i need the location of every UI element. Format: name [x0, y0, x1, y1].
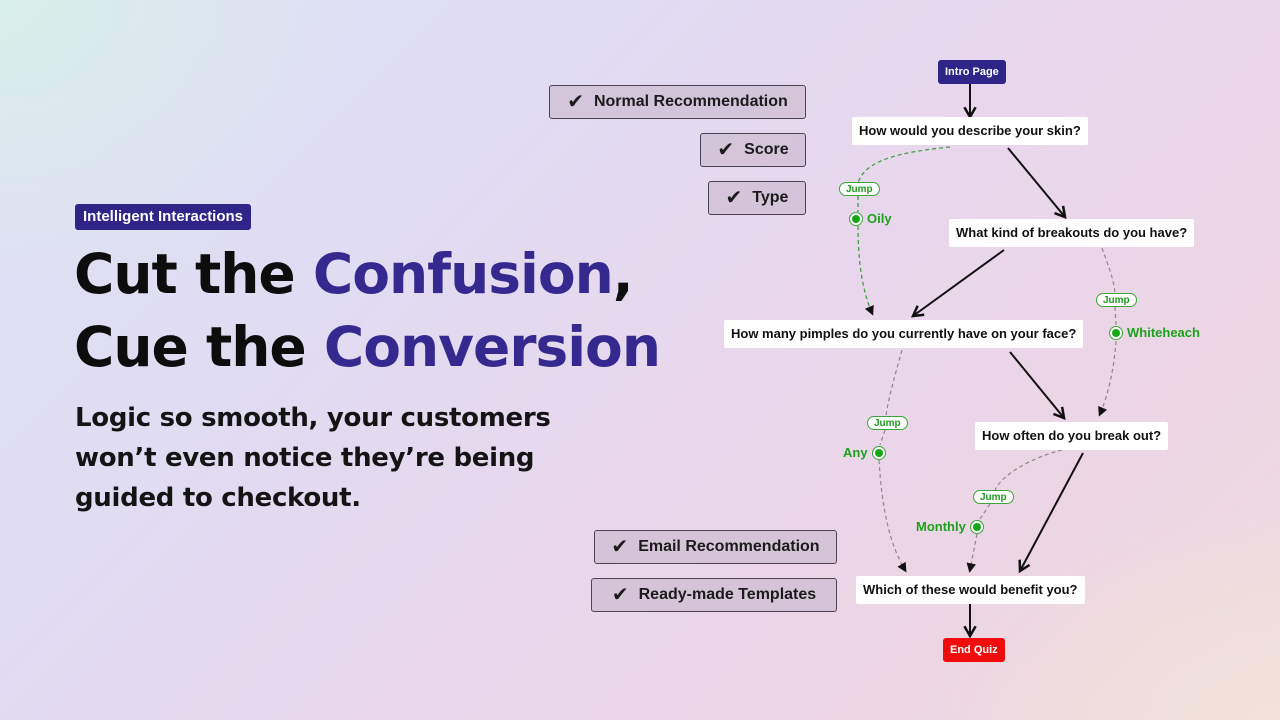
- flow-question-skin[interactable]: How would you describe your skin?: [852, 117, 1088, 145]
- condition-label: Any: [843, 445, 868, 460]
- flow-question-frequency[interactable]: How often do you break out?: [975, 422, 1169, 450]
- feature-label: Type: [752, 189, 789, 206]
- feature-type: ✔ Type: [708, 181, 806, 215]
- headline-plain-2: Cue the: [74, 315, 324, 379]
- subheadline: Logic so smooth, your customers won’t ev…: [75, 403, 551, 513]
- feature-email-recommendation: ✔ Email Recommendation: [594, 530, 837, 564]
- feature-label: Normal Recommendation: [593, 93, 788, 110]
- feature-label: Ready-made Templates: [638, 586, 817, 603]
- jump-tag: Jump: [973, 490, 1014, 504]
- jump-tag: Jump: [1096, 293, 1137, 307]
- condition-dot-icon: [849, 211, 863, 226]
- feature-ready-made-templates: ✔ Ready-made Templates: [591, 578, 837, 612]
- condition-dot-icon: [1109, 325, 1123, 340]
- jump-tag: Jump: [867, 416, 908, 430]
- headline: Cut the Confusion, Cue the Conversion: [74, 238, 661, 384]
- flow-end-node[interactable]: End Quiz: [943, 638, 1005, 662]
- flow-question-pimples[interactable]: How many pimples do you currently have o…: [724, 320, 1084, 348]
- jump-monthly-path: [970, 449, 1063, 570]
- condition-dot-icon: [969, 519, 984, 534]
- headline-line2: Cue the Conversion: [74, 315, 661, 379]
- edge-q3-to-q4: [1009, 351, 1066, 420]
- headline-line1: Cut the Confusion,: [74, 242, 634, 306]
- headline-accent-2: Conversion: [323, 315, 661, 379]
- headline-plain-1: Cut the: [74, 242, 313, 306]
- condition-oily: Oily: [849, 211, 892, 226]
- condition-dot-icon: [871, 445, 886, 460]
- headline-comma: ,: [612, 242, 634, 306]
- feature-normal-recommendation: ✔ Normal Recommendation: [549, 85, 806, 119]
- flow-question-benefit[interactable]: Which of these would benefit you?: [856, 576, 1085, 604]
- condition-any: Any: [843, 445, 886, 460]
- condition-label: Monthly: [916, 519, 966, 534]
- jump-any-path: [878, 349, 905, 570]
- condition-label: Whiteheach: [1127, 325, 1200, 340]
- jump-oily-path: [857, 146, 951, 313]
- feature-label: Score: [744, 141, 789, 158]
- edge-q1-to-q2: [1007, 147, 1067, 219]
- flow-question-breakouts[interactable]: What kind of breakouts do you have?: [949, 219, 1195, 247]
- condition-monthly: Monthly: [916, 519, 984, 534]
- feature-score: ✔ Score: [700, 133, 806, 167]
- headline-accent-1: Confusion: [312, 242, 614, 306]
- check-icon: ✔: [611, 584, 629, 606]
- flow-start-node[interactable]: Intro Page: [938, 60, 1006, 84]
- feature-label: Email Recommendation: [638, 538, 820, 555]
- section-badge: Intelligent Interactions: [75, 204, 252, 230]
- check-icon: ✔: [725, 187, 743, 209]
- check-icon: ✔: [567, 91, 584, 113]
- check-icon: ✔: [611, 536, 629, 558]
- jump-tag: Jump: [839, 182, 880, 196]
- condition-label: Oily: [867, 211, 892, 226]
- condition-whiteheach: Whiteheach: [1109, 325, 1200, 340]
- edge-q4-to-q5: [1018, 452, 1084, 574]
- check-icon: ✔: [717, 139, 735, 161]
- edge-q2-to-q3: [910, 249, 1005, 318]
